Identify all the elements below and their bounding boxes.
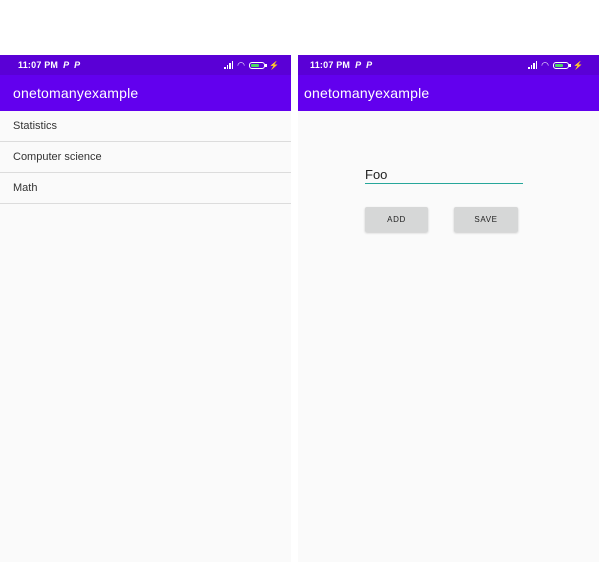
- subject-name-input[interactable]: [365, 165, 523, 184]
- app-bar: onetomanyexample: [298, 75, 599, 111]
- list-item-label: Math: [13, 182, 38, 194]
- notification-p-icon: P: [63, 60, 70, 70]
- battery-icon: [249, 61, 268, 69]
- right-screen: 11:07 PM P P ◠ ⚡ onetomanyexample ADD SA…: [298, 55, 599, 562]
- signal-icon: [224, 61, 234, 69]
- status-time: 11:07 PM: [18, 60, 59, 70]
- status-bar: 11:07 PM P P ◠ ⚡: [0, 55, 291, 75]
- wifi-icon: ◠: [541, 59, 550, 70]
- charging-bolt-icon: ⚡: [573, 60, 583, 70]
- subject-list: Statistics Computer science Math: [0, 111, 291, 204]
- wifi-icon: ◠: [237, 59, 246, 70]
- notification-p-icon: P: [366, 60, 373, 70]
- list-item[interactable]: Math: [0, 173, 291, 204]
- status-time: 11:07 PM: [310, 60, 351, 70]
- save-button[interactable]: SAVE: [454, 207, 518, 232]
- list-item-label: Computer science: [13, 151, 102, 163]
- battery-icon: [553, 61, 572, 69]
- notification-p-icon: P: [74, 60, 81, 70]
- notification-p-icon: P: [355, 60, 362, 70]
- app-title: onetomanyexample: [13, 85, 139, 101]
- app-bar: onetomanyexample: [0, 75, 291, 111]
- left-screen: 11:07 PM P P ◠ ⚡ onetomanyexample Statis…: [0, 55, 291, 562]
- charging-bolt-icon: ⚡: [269, 60, 279, 70]
- list-item-label: Statistics: [13, 120, 58, 132]
- status-bar: 11:07 PM P P ◠ ⚡: [298, 55, 599, 75]
- signal-icon: [528, 61, 538, 69]
- list-item[interactable]: Computer science: [0, 142, 291, 173]
- app-title: onetomanyexample: [304, 85, 430, 101]
- list-item[interactable]: Statistics: [0, 111, 291, 142]
- add-button[interactable]: ADD: [365, 207, 428, 232]
